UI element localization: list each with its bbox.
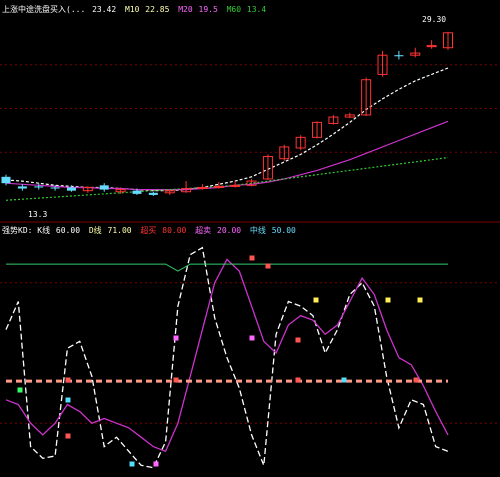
top-legend-m20-value: 19.5 [199, 5, 218, 14]
bottom-legend-d-label: D线 [89, 225, 102, 235]
signal-marker [65, 377, 71, 383]
bottom-legend-mid-value: 50.00 [272, 226, 296, 235]
bottom-legend-overbought-value: 80.00 [162, 226, 186, 235]
signal-marker [153, 461, 159, 467]
signal-marker [249, 255, 255, 261]
signal-marker [17, 387, 23, 393]
stock-chart: 上涨中途洗盘买入(... 23.42 M10 22.85 M20 19.5 M6… [0, 0, 500, 477]
signal-marker [385, 297, 391, 303]
top-legend-title: 上涨中途洗盘买入(... [2, 4, 85, 14]
signal-marker [295, 337, 301, 343]
chart-background [0, 0, 500, 477]
signal-marker [65, 397, 71, 403]
candle-body [148, 192, 158, 195]
candle-body [394, 55, 404, 57]
candle-body [66, 187, 76, 191]
signal-marker [265, 263, 271, 269]
signal-marker [295, 377, 301, 383]
signal-marker [173, 377, 179, 383]
bottom-legend: 强势KD: K线 60.00 D线 71.00 超买 80.00 超卖 20.0… [2, 225, 296, 235]
bottom-legend-oversold-label: 超卖 [195, 225, 211, 235]
signal-marker [249, 335, 255, 341]
bottom-legend-k-value: 60.00 [56, 226, 80, 235]
top-legend-close: 23.42 [92, 5, 116, 14]
signal-marker [417, 297, 423, 303]
top-legend-m60-label: M60 [227, 5, 242, 14]
top-legend-m10-label: M10 [125, 5, 140, 14]
bottom-legend-mid-label: 中线 [250, 225, 266, 235]
candle-body [17, 186, 27, 189]
bottom-legend-overbought-label: 超买 [140, 225, 156, 235]
candle-body [50, 187, 60, 189]
candle-body [1, 176, 11, 184]
signal-marker [173, 335, 179, 341]
signal-marker [341, 377, 347, 383]
low-price-label: 13.3 [28, 210, 47, 219]
top-legend-m10-value: 22.85 [145, 5, 169, 14]
signal-marker [413, 377, 419, 383]
top-legend-m60-value: 13.4 [247, 5, 266, 14]
bottom-legend-oversold-value: 20.00 [217, 226, 241, 235]
bottom-legend-d-value: 71.00 [108, 226, 132, 235]
top-legend-m20-label: M20 [178, 5, 193, 14]
candle-body [34, 186, 44, 188]
candle-body [132, 190, 142, 194]
signal-marker [129, 461, 135, 467]
signal-marker [313, 297, 319, 303]
candle-body [99, 185, 109, 190]
signal-marker [65, 433, 71, 439]
top-legend: 上涨中途洗盘买入(... 23.42 M10 22.85 M20 19.5 M6… [2, 4, 266, 14]
high-price-label: 29.30 [422, 15, 446, 24]
bottom-legend-title: 强势KD: K线 [2, 225, 50, 235]
